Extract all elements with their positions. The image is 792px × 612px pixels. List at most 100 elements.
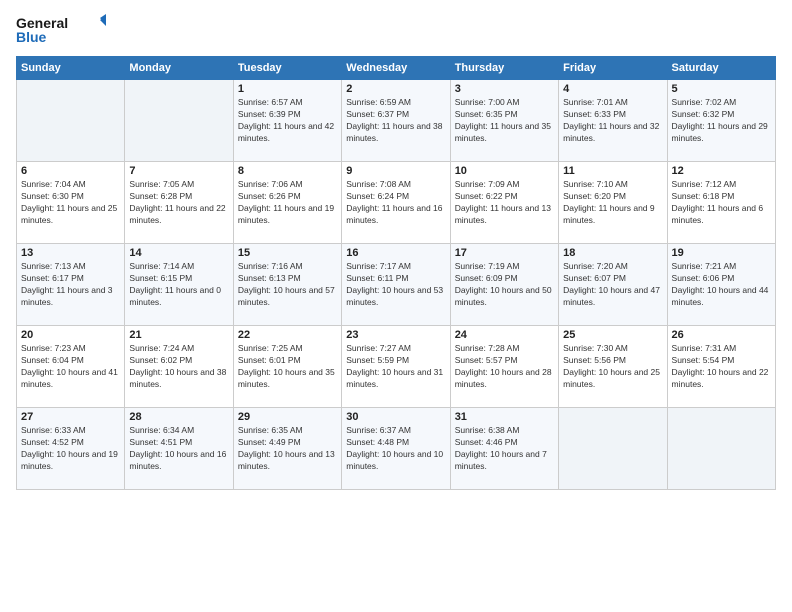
- day-cell: 3 Sunrise: 7:00 AM Sunset: 6:35 PM Daylig…: [450, 80, 558, 162]
- day-number: 25: [563, 329, 662, 341]
- day-cell: 19 Sunrise: 7:21 AM Sunset: 6:06 PM Dayli…: [667, 244, 775, 326]
- day-info: Sunrise: 7:06 AM Sunset: 6:26 PM Dayligh…: [238, 179, 337, 227]
- day-info: Sunrise: 7:12 AM Sunset: 6:18 PM Dayligh…: [672, 179, 771, 227]
- day-info: Sunrise: 6:35 AM Sunset: 4:49 PM Dayligh…: [238, 425, 337, 473]
- day-number: 19: [672, 247, 771, 259]
- day-cell: 27 Sunrise: 6:33 AM Sunset: 4:52 PM Dayli…: [17, 408, 125, 490]
- day-info: Sunrise: 7:02 AM Sunset: 6:32 PM Dayligh…: [672, 97, 771, 145]
- day-cell: 20 Sunrise: 7:23 AM Sunset: 6:04 PM Dayli…: [17, 326, 125, 408]
- day-cell: 13 Sunrise: 7:13 AM Sunset: 6:17 PM Dayli…: [17, 244, 125, 326]
- day-cell: 14 Sunrise: 7:14 AM Sunset: 6:15 PM Dayli…: [125, 244, 233, 326]
- week-row-5: 27 Sunrise: 6:33 AM Sunset: 4:52 PM Dayli…: [17, 408, 776, 490]
- logo-svg: General Blue: [16, 12, 106, 48]
- day-cell: 4 Sunrise: 7:01 AM Sunset: 6:33 PM Daylig…: [559, 80, 667, 162]
- day-number: 4: [563, 83, 662, 95]
- day-info: Sunrise: 7:04 AM Sunset: 6:30 PM Dayligh…: [21, 179, 120, 227]
- day-info: Sunrise: 6:33 AM Sunset: 4:52 PM Dayligh…: [21, 425, 120, 473]
- day-info: Sunrise: 7:27 AM Sunset: 5:59 PM Dayligh…: [346, 343, 445, 391]
- day-number: 27: [21, 411, 120, 423]
- day-number: 22: [238, 329, 337, 341]
- day-info: Sunrise: 7:23 AM Sunset: 6:04 PM Dayligh…: [21, 343, 120, 391]
- weekday-header-row: SundayMondayTuesdayWednesdayThursdayFrid…: [17, 57, 776, 80]
- day-number: 1: [238, 83, 337, 95]
- day-cell: 24 Sunrise: 7:28 AM Sunset: 5:57 PM Dayli…: [450, 326, 558, 408]
- day-number: 23: [346, 329, 445, 341]
- day-info: Sunrise: 7:30 AM Sunset: 5:56 PM Dayligh…: [563, 343, 662, 391]
- day-cell: 21Sunrise: 7:24 AM Sunset: 6:02 PM Dayli…: [125, 326, 233, 408]
- calendar-page: General Blue SundayMondayTuesdayWednesda…: [0, 0, 792, 612]
- week-row-1: 1Sunrise: 6:57 AM Sunset: 6:39 PM Daylig…: [17, 80, 776, 162]
- day-number: 20: [21, 329, 120, 341]
- day-cell: 18 Sunrise: 7:20 AM Sunset: 6:07 PM Dayli…: [559, 244, 667, 326]
- day-number: 30: [346, 411, 445, 423]
- day-cell: 26 Sunrise: 7:31 AM Sunset: 5:54 PM Dayli…: [667, 326, 775, 408]
- day-cell: 23 Sunrise: 7:27 AM Sunset: 5:59 PM Dayli…: [342, 326, 450, 408]
- day-info: Sunrise: 7:17 AM Sunset: 6:11 PM Dayligh…: [346, 261, 445, 309]
- weekday-header-thursday: Thursday: [450, 57, 558, 80]
- day-info: Sunrise: 7:05 AM Sunset: 6:28 PM Dayligh…: [129, 179, 228, 227]
- day-cell: 10Sunrise: 7:09 AM Sunset: 6:22 PM Dayli…: [450, 162, 558, 244]
- day-info: Sunrise: 7:28 AM Sunset: 5:57 PM Dayligh…: [455, 343, 554, 391]
- day-info: Sunrise: 7:10 AM Sunset: 6:20 PM Dayligh…: [563, 179, 662, 227]
- day-info: Sunrise: 6:34 AM Sunset: 4:51 PM Dayligh…: [129, 425, 228, 473]
- day-info: Sunrise: 7:31 AM Sunset: 5:54 PM Dayligh…: [672, 343, 771, 391]
- day-number: 2: [346, 83, 445, 95]
- weekday-header-wednesday: Wednesday: [342, 57, 450, 80]
- weekday-header-friday: Friday: [559, 57, 667, 80]
- day-cell: 22 Sunrise: 7:25 AM Sunset: 6:01 PM Dayli…: [233, 326, 341, 408]
- day-cell: 6 Sunrise: 7:04 AM Sunset: 6:30 PM Daylig…: [17, 162, 125, 244]
- day-cell: 30 Sunrise: 6:37 AM Sunset: 4:48 PM Dayli…: [342, 408, 450, 490]
- day-cell: [17, 80, 125, 162]
- header: General Blue: [16, 12, 776, 48]
- day-number: 16: [346, 247, 445, 259]
- day-cell: 2Sunrise: 6:59 AM Sunset: 6:37 PM Daylig…: [342, 80, 450, 162]
- day-number: 11: [563, 165, 662, 177]
- day-info: Sunrise: 7:25 AM Sunset: 6:01 PM Dayligh…: [238, 343, 337, 391]
- day-info: Sunrise: 7:01 AM Sunset: 6:33 PM Dayligh…: [563, 97, 662, 145]
- day-info: Sunrise: 7:13 AM Sunset: 6:17 PM Dayligh…: [21, 261, 120, 309]
- day-cell: 28 Sunrise: 6:34 AM Sunset: 4:51 PM Dayli…: [125, 408, 233, 490]
- day-info: Sunrise: 6:37 AM Sunset: 4:48 PM Dayligh…: [346, 425, 445, 473]
- day-number: 13: [21, 247, 120, 259]
- svg-text:Blue: Blue: [16, 29, 47, 45]
- day-number: 15: [238, 247, 337, 259]
- week-row-4: 20 Sunrise: 7:23 AM Sunset: 6:04 PM Dayli…: [17, 326, 776, 408]
- day-cell: 31Sunrise: 6:38 AM Sunset: 4:46 PM Dayli…: [450, 408, 558, 490]
- day-number: 8: [238, 165, 337, 177]
- day-number: 18: [563, 247, 662, 259]
- day-cell: 15 Sunrise: 7:16 AM Sunset: 6:13 PM Dayli…: [233, 244, 341, 326]
- day-number: 9: [346, 165, 445, 177]
- day-number: 29: [238, 411, 337, 423]
- day-number: 5: [672, 83, 771, 95]
- day-info: Sunrise: 6:38 AM Sunset: 4:46 PM Dayligh…: [455, 425, 554, 473]
- day-info: Sunrise: 7:21 AM Sunset: 6:06 PM Dayligh…: [672, 261, 771, 309]
- day-info: Sunrise: 7:20 AM Sunset: 6:07 PM Dayligh…: [563, 261, 662, 309]
- day-number: 7: [129, 165, 228, 177]
- day-cell: 11 Sunrise: 7:10 AM Sunset: 6:20 PM Dayli…: [559, 162, 667, 244]
- day-cell: 8 Sunrise: 7:06 AM Sunset: 6:26 PM Daylig…: [233, 162, 341, 244]
- day-cell: 25 Sunrise: 7:30 AM Sunset: 5:56 PM Dayli…: [559, 326, 667, 408]
- day-info: Sunrise: 7:14 AM Sunset: 6:15 PM Dayligh…: [129, 261, 228, 309]
- day-number: 24: [455, 329, 554, 341]
- day-number: 3: [455, 83, 554, 95]
- day-number: 6: [21, 165, 120, 177]
- day-cell: 16 Sunrise: 7:17 AM Sunset: 6:11 PM Dayli…: [342, 244, 450, 326]
- calendar-table: SundayMondayTuesdayWednesdayThursdayFrid…: [16, 56, 776, 490]
- weekday-header-monday: Monday: [125, 57, 233, 80]
- day-number: 28: [129, 411, 228, 423]
- logo: General Blue: [16, 12, 106, 48]
- day-cell: [125, 80, 233, 162]
- day-info: Sunrise: 7:16 AM Sunset: 6:13 PM Dayligh…: [238, 261, 337, 309]
- day-cell: 9 Sunrise: 7:08 AM Sunset: 6:24 PM Daylig…: [342, 162, 450, 244]
- day-number: 14: [129, 247, 228, 259]
- day-number: 17: [455, 247, 554, 259]
- week-row-2: 6 Sunrise: 7:04 AM Sunset: 6:30 PM Daylig…: [17, 162, 776, 244]
- day-number: 10: [455, 165, 554, 177]
- weekday-header-tuesday: Tuesday: [233, 57, 341, 80]
- week-row-3: 13 Sunrise: 7:13 AM Sunset: 6:17 PM Dayli…: [17, 244, 776, 326]
- day-cell: 29 Sunrise: 6:35 AM Sunset: 4:49 PM Dayli…: [233, 408, 341, 490]
- day-info: Sunrise: 7:08 AM Sunset: 6:24 PM Dayligh…: [346, 179, 445, 227]
- day-cell: 5 Sunrise: 7:02 AM Sunset: 6:32 PM Daylig…: [667, 80, 775, 162]
- day-info: Sunrise: 7:00 AM Sunset: 6:35 PM Dayligh…: [455, 97, 554, 145]
- day-number: 26: [672, 329, 771, 341]
